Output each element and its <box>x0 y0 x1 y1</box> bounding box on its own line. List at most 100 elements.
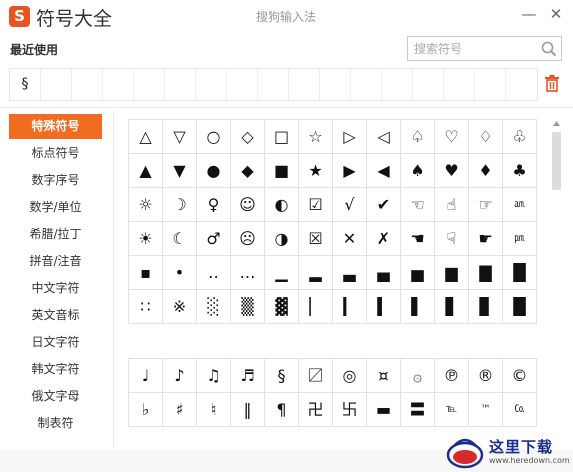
symbol-cell[interactable]: ▓ <box>265 290 299 324</box>
recent-symbol-cell[interactable] <box>444 69 475 100</box>
recent-symbol-cell[interactable] <box>41 69 72 100</box>
search-input[interactable] <box>414 40 534 57</box>
symbol-cell[interactable]: ♦ <box>469 154 503 188</box>
category-item[interactable]: 拼音/注音 <box>9 249 102 274</box>
symbol-cell[interactable]: ♧ <box>503 120 537 154</box>
symbol-cell[interactable]: ☚ <box>401 222 435 256</box>
symbol-cell[interactable]: ☛ <box>469 222 503 256</box>
symbol-cell[interactable]: ☼ <box>129 188 163 222</box>
symbol-cell[interactable]: ♫ <box>197 359 231 393</box>
symbol-cell[interactable]: ▽ <box>163 120 197 154</box>
symbol-cell[interactable]: ✕ <box>333 222 367 256</box>
symbol-cell[interactable]: ♂ <box>197 222 231 256</box>
search-icon[interactable] <box>540 40 558 58</box>
symbol-cell[interactable]: ‖ <box>231 393 265 427</box>
symbol-cell[interactable]: ▊ <box>469 290 503 324</box>
category-item[interactable]: 制表符 <box>9 411 102 436</box>
symbol-cell[interactable]: ▷ <box>333 120 367 154</box>
symbol-cell[interactable]: ♮ <box>197 393 231 427</box>
category-item[interactable]: 中文字符 <box>9 276 102 301</box>
symbol-cell[interactable]: △ <box>129 120 163 154</box>
symbol-cell[interactable]: ™ <box>469 393 503 427</box>
symbol-cell[interactable]: • <box>163 256 197 290</box>
symbol-cell[interactable]: § <box>265 359 299 393</box>
recent-symbol-cell[interactable] <box>134 69 165 100</box>
recent-symbol-cell[interactable] <box>506 69 537 100</box>
symbol-cell[interactable]: ▼ <box>163 154 197 188</box>
symbol-cell[interactable]: ★ <box>299 154 333 188</box>
symbol-cell[interactable]: ▋ <box>435 290 469 324</box>
symbol-cell[interactable]: ۞ <box>401 359 435 393</box>
search-box[interactable] <box>407 36 562 61</box>
recent-symbol-cell[interactable] <box>165 69 196 100</box>
symbol-cell[interactable]: ▆ <box>435 256 469 290</box>
recent-symbol-cell[interactable] <box>351 69 382 100</box>
category-item[interactable]: 英文音标 <box>9 303 102 328</box>
symbol-cell[interactable]: 卐 <box>333 393 367 427</box>
symbol-cell[interactable]: ✔ <box>367 188 401 222</box>
symbol-cell[interactable]: ◇ <box>231 120 265 154</box>
category-item[interactable]: 数学/单位 <box>9 195 102 220</box>
symbol-cell[interactable]: ㏂ <box>503 188 537 222</box>
recent-symbol-cell[interactable] <box>103 69 134 100</box>
symbol-cell[interactable]: □ <box>265 120 299 154</box>
symbol-cell[interactable]: ㏇ <box>503 393 537 427</box>
symbol-cell[interactable]: ♀ <box>197 188 231 222</box>
category-item[interactable]: 特殊符号 <box>9 114 102 139</box>
symbol-cell[interactable]: ✗ <box>367 222 401 256</box>
symbol-cell[interactable]: ◑ <box>265 222 299 256</box>
symbol-cell[interactable]: ▄ <box>367 256 401 290</box>
symbol-cell[interactable]: ♩ <box>129 359 163 393</box>
recent-symbol-cell[interactable] <box>227 69 258 100</box>
symbol-cell[interactable]: ▍ <box>367 290 401 324</box>
symbol-cell[interactable]: ▃ <box>333 256 367 290</box>
symbol-cell[interactable]: ▅ <box>401 256 435 290</box>
symbol-cell[interactable]: ☒ <box>299 222 333 256</box>
symbol-cell[interactable]: ▲ <box>129 154 163 188</box>
recent-symbol-cell[interactable] <box>196 69 227 100</box>
symbol-cell[interactable]: ☆ <box>299 120 333 154</box>
symbol-cell[interactable]: … <box>231 256 265 290</box>
symbol-cell[interactable]: ◀ <box>367 154 401 188</box>
symbol-cell[interactable]: ▁ <box>265 256 299 290</box>
symbol-cell[interactable]: √ <box>333 188 367 222</box>
close-button[interactable]: ✕ <box>546 4 566 24</box>
symbol-cell[interactable]: 〼 <box>299 359 333 393</box>
symbol-cell[interactable]: █ <box>503 290 537 324</box>
symbol-cell[interactable]: ℡ <box>435 393 469 427</box>
recent-symbol-cell[interactable] <box>475 69 506 100</box>
symbol-cell[interactable]: © <box>503 359 537 393</box>
recent-symbol-cell[interactable] <box>382 69 413 100</box>
symbol-cell[interactable]: ◁ <box>367 120 401 154</box>
symbol-cell[interactable]: ☾ <box>163 222 197 256</box>
symbol-cell[interactable]: ▪ <box>129 256 163 290</box>
symbol-cell[interactable]: ☜ <box>401 188 435 222</box>
symbol-cell[interactable]: ♭ <box>129 393 163 427</box>
symbol-cell[interactable]: ♠ <box>401 154 435 188</box>
symbol-cell[interactable]: ☞ <box>469 188 503 222</box>
symbol-cell[interactable]: ¶ <box>265 393 299 427</box>
vertical-scrollbar[interactable] <box>551 119 562 449</box>
symbol-cell[interactable]: 〓 <box>401 393 435 427</box>
category-item[interactable]: 标点符号 <box>9 141 102 166</box>
scrollbar-thumb[interactable] <box>552 132 561 190</box>
symbol-cell[interactable]: ☀ <box>129 222 163 256</box>
symbol-cell[interactable]: ※ <box>163 290 197 324</box>
symbol-cell[interactable]: ☽ <box>163 188 197 222</box>
symbol-cell[interactable]: 卍 <box>299 393 333 427</box>
symbol-cell[interactable]: ▇ <box>469 256 503 290</box>
category-item[interactable]: 韩文字符 <box>9 357 102 382</box>
category-item[interactable]: 俄文字母 <box>9 384 102 409</box>
symbol-cell[interactable]: ㏘ <box>503 222 537 256</box>
recent-symbol-cell[interactable] <box>258 69 289 100</box>
symbol-cell[interactable]: ░ <box>197 290 231 324</box>
scroll-up-arrow-icon[interactable] <box>551 119 562 129</box>
symbol-cell[interactable]: ♢ <box>469 120 503 154</box>
symbol-cell[interactable]: ‥ <box>197 256 231 290</box>
symbol-cell[interactable]: ▂ <box>299 256 333 290</box>
symbol-cell[interactable]: ☟ <box>435 222 469 256</box>
category-item[interactable]: 日文字符 <box>9 330 102 355</box>
symbol-cell[interactable]: ♤ <box>401 120 435 154</box>
symbol-cell[interactable]: ☺ <box>231 188 265 222</box>
symbol-cell[interactable]: ♣ <box>503 154 537 188</box>
